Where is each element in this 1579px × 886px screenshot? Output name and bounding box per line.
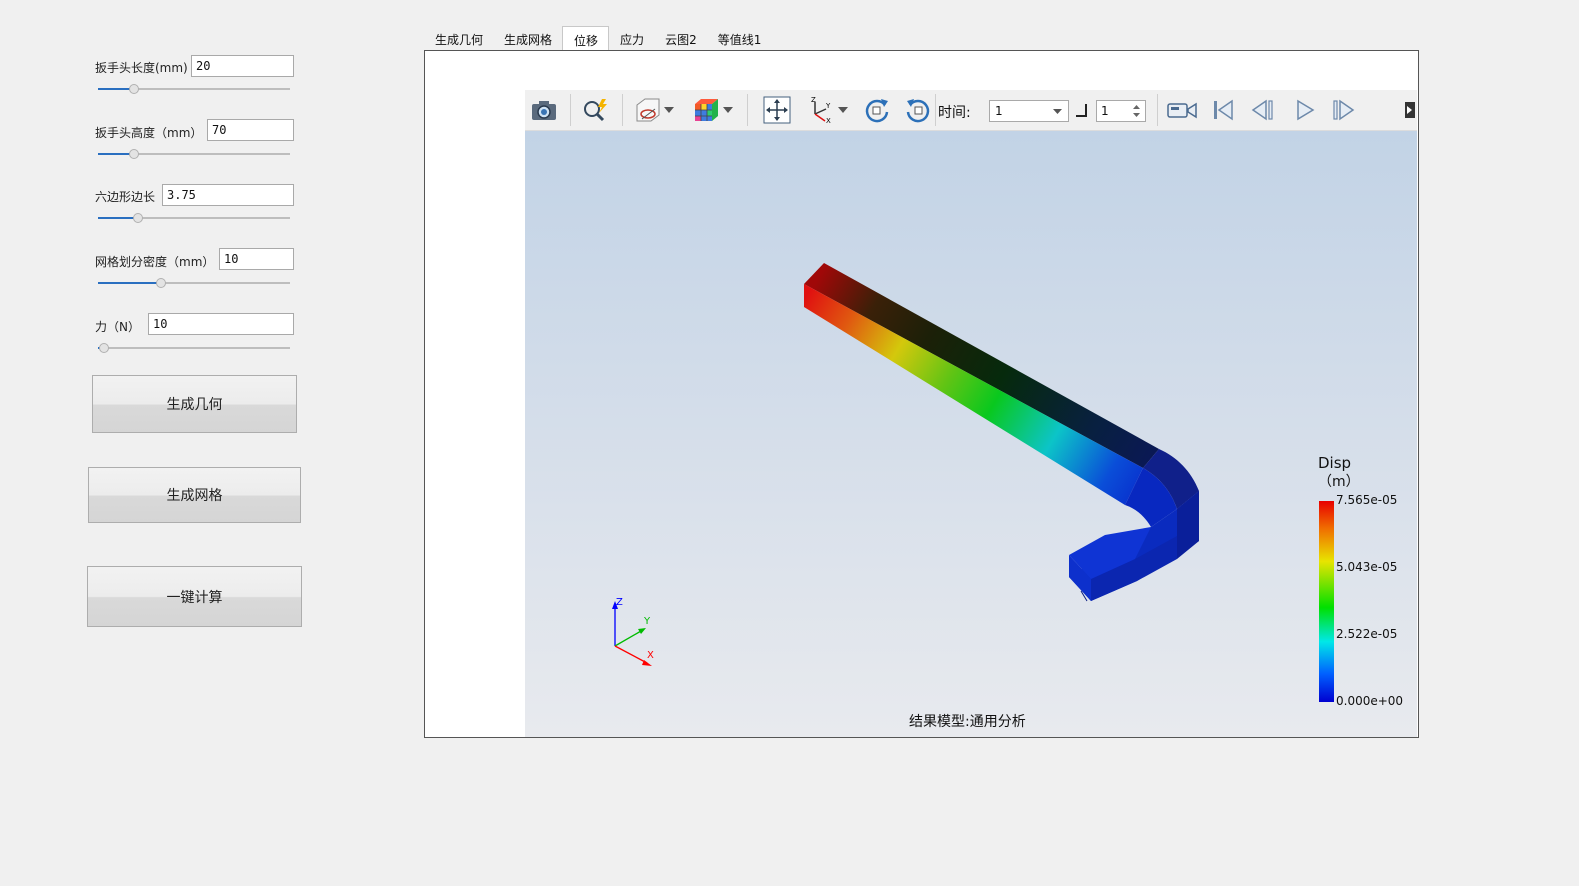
tab-displacement[interactable]: 位移 <box>562 26 610 51</box>
time-select-value: 1 <box>995 104 1003 118</box>
axes-view-dropdown-icon[interactable] <box>835 95 851 125</box>
section-view-icon[interactable] <box>633 95 663 125</box>
viewer-toolbar: Z YX 时间: 1 1 <box>525 90 1417 131</box>
play-icon[interactable] <box>1290 95 1320 125</box>
result-model-label: 结果模型:通用分析 <box>909 714 1026 730</box>
svg-text:Y: Y <box>825 102 831 110</box>
param-label-hexagon-side: 六边形边长 <box>95 190 156 204</box>
color-cube-icon[interactable] <box>691 95 721 125</box>
tab-bar: 生成几何 生成网格 位移 应力 云图2 等值线1 <box>424 26 772 51</box>
hexagon-side-slider[interactable] <box>98 211 290 225</box>
legend-tick-3: 2.522e-05 <box>1336 627 1398 641</box>
legend-tick-min: 0.000e+00 <box>1336 694 1404 708</box>
step-spinbox[interactable]: 1 <box>1096 100 1146 122</box>
wrench-length-slider[interactable] <box>98 82 290 96</box>
tab-generate-geometry[interactable]: 生成几何 <box>424 26 493 50</box>
spin-down-icon[interactable] <box>1133 113 1140 117</box>
axes-view-icon[interactable]: Z YX <box>805 95 835 125</box>
legend-colorbar <box>1319 501 1334 702</box>
first-frame-icon[interactable] <box>1208 95 1238 125</box>
previous-frame-icon[interactable] <box>1248 95 1278 125</box>
param-label-force: 力（N） <box>95 320 140 334</box>
legend-unit: （m） <box>1318 474 1360 490</box>
mesh-density-slider[interactable] <box>98 276 290 290</box>
rotate-right-icon[interactable] <box>862 95 892 125</box>
camera-icon[interactable] <box>529 95 559 125</box>
svg-text:X: X <box>826 117 831 124</box>
rotate-left-icon[interactable] <box>903 95 933 125</box>
param-label-wrench-length: 扳手头长度(mm) <box>95 61 188 75</box>
wrench-height-input[interactable]: 70 <box>207 119 294 141</box>
axis-z-label: Z <box>616 597 623 608</box>
generate-mesh-button[interactable]: 生成网格 <box>88 467 301 523</box>
pan-icon[interactable] <box>762 95 792 125</box>
step-spinbox-value: 1 <box>1101 104 1109 118</box>
spin-up-icon[interactable] <box>1133 105 1140 109</box>
time-select[interactable]: 1 <box>989 100 1069 122</box>
tab-stress[interactable]: 应力 <box>609 26 654 50</box>
time-label: 时间: <box>938 105 971 121</box>
tab-isoline-1[interactable]: 等值线1 <box>707 26 772 50</box>
legend-title: Disp <box>1318 454 1352 472</box>
next-frame-icon[interactable] <box>1329 95 1359 125</box>
force-slider[interactable] <box>98 341 290 355</box>
zoom-fit-icon[interactable] <box>580 95 610 125</box>
svg-text:Z: Z <box>811 96 816 104</box>
force-input[interactable]: 10 <box>148 313 294 335</box>
step-marker-icon <box>1076 104 1087 117</box>
axis-y-label: Y <box>643 616 651 627</box>
record-video-icon[interactable] <box>1165 95 1199 125</box>
axis-triad-icon: Z Y X <box>612 597 654 666</box>
tab-contour-2[interactable]: 云图2 <box>654 26 707 50</box>
tab-generate-mesh[interactable]: 生成网格 <box>493 26 562 50</box>
wrench-height-slider[interactable] <box>98 147 290 161</box>
axis-x-label: X <box>647 650 654 661</box>
3d-viewport[interactable]: Z Y X Disp （m） 7.565e-05 5.043e-05 2.522… <box>525 131 1417 737</box>
param-label-mesh-density: 网格划分密度（mm） <box>95 255 215 269</box>
hexagon-side-input[interactable]: 3.75 <box>162 184 294 206</box>
section-view-dropdown-icon[interactable] <box>661 95 677 125</box>
mesh-density-input[interactable]: 10 <box>219 248 294 270</box>
color-cube-dropdown-icon[interactable] <box>720 95 736 125</box>
chevron-down-icon <box>1053 109 1062 114</box>
legend-tick-max: 7.565e-05 <box>1336 493 1398 507</box>
one-click-compute-button[interactable]: 一键计算 <box>87 566 302 627</box>
generate-geometry-button[interactable]: 生成几何 <box>92 375 297 433</box>
legend-tick-2: 5.043e-05 <box>1336 560 1398 574</box>
toolbar-overflow-icon[interactable] <box>1401 95 1417 125</box>
wrench-length-input[interactable]: 20 <box>191 55 294 77</box>
param-label-wrench-height: 扳手头高度（mm） <box>95 126 203 140</box>
